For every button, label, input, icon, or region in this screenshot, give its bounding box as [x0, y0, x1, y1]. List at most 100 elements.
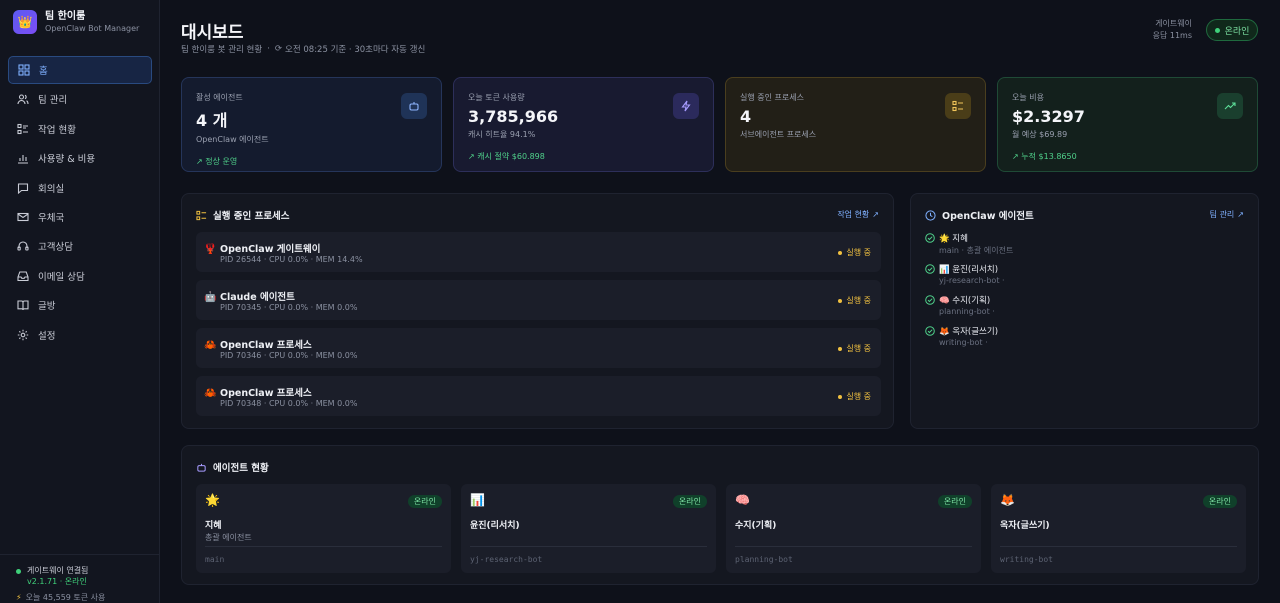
- sidebar-item-settings[interactable]: 설정: [8, 321, 152, 349]
- sidebar: 👑 팀 한이룸 OpenClaw Bot Manager 홈 팀 관리 작업 현…: [0, 0, 160, 603]
- stat-label: 오늘 비용: [1012, 93, 1044, 102]
- status-text: 실행 중: [846, 344, 871, 353]
- sidebar-item-support[interactable]: 고객상담: [8, 232, 152, 260]
- agent-name: 🧠 수지(기획): [939, 296, 991, 306]
- chat-icon: [16, 181, 30, 195]
- arrow-up-right-icon: ↗: [1237, 210, 1244, 219]
- bar-chart-icon: [16, 151, 30, 165]
- agent-desc: main · 총괄 에이전트: [939, 246, 1014, 255]
- process-status: 실행 중: [838, 295, 871, 306]
- process-meta: PID 70348 · CPU 0.0% · MEM 0.0%: [220, 399, 358, 408]
- agent-status-panel: 에이전트 현황 🌟 온라인 지혜 총괄 에이전트 main 📊 온라인 윤진(리…: [181, 445, 1259, 585]
- divider: [470, 546, 707, 547]
- crab-icon: 🦀: [204, 388, 217, 399]
- stat-card-cost[interactable]: 오늘 비용 $2.3297 월 예상 $69.89 ↗ 누적 $13.8650: [997, 77, 1258, 172]
- sidebar-item-post[interactable]: 우체국: [8, 203, 152, 231]
- tasks-link[interactable]: 작업 현황 ↗: [837, 209, 879, 220]
- link-text: 팀 관리: [1209, 210, 1235, 219]
- agent-card[interactable]: 🦊 온라인 옥자(글쓰기) writing-bot: [991, 484, 1246, 573]
- page-title: 대시보드: [181, 23, 244, 43]
- users-icon: [16, 92, 30, 106]
- openclaw-agents-panel: OpenClaw 에이전트 팀 관리 ↗ 🌟 지혜 main · 총괄 에이전트…: [910, 193, 1259, 429]
- stat-foot: ↗ 정상 운영: [196, 157, 238, 166]
- check-circle-icon: [925, 326, 935, 336]
- agent-card[interactable]: 📊 온라인 윤진(리서치) yj-research-bot: [461, 484, 716, 573]
- sidebar-item-email-support[interactable]: 이메일 상담: [8, 262, 152, 290]
- stat-foot: ↗ 누적 $13.8650: [1012, 152, 1077, 161]
- process-meta: PID 70345 · CPU 0.0% · MEM 0.0%: [220, 303, 358, 312]
- sidebar-item-usage[interactable]: 사용량 & 비용: [8, 144, 152, 172]
- status-badge: 온라인: [1202, 495, 1237, 508]
- stat-card-running-processes[interactable]: 실행 중인 프로세스 4 서브에이전트 프로세스: [725, 77, 986, 172]
- agent-name: 🌟 지혜: [939, 234, 968, 244]
- process-row[interactable]: 🦀 OpenClaw 프로세스 PID 70346 · CPU 0.0% · M…: [196, 328, 881, 368]
- brand-name: 팀 한이룸: [45, 11, 86, 22]
- agent-desc: yj-research-bot ·: [939, 276, 1005, 285]
- agent-name: 수지(기획): [735, 521, 777, 531]
- stat-sub: 캐시 히트율 94.1%: [468, 130, 536, 139]
- grid-icon: [17, 63, 31, 77]
- gear-icon: [16, 328, 30, 342]
- sidebar-item-team[interactable]: 팀 관리: [8, 85, 152, 113]
- online-status-badge[interactable]: 온라인: [1206, 19, 1258, 41]
- stat-sub: OpenClaw 에이전트: [196, 135, 269, 144]
- status-badge: 온라인: [672, 495, 707, 508]
- list-icon: [16, 122, 30, 136]
- status-badge: 온라인: [407, 495, 442, 508]
- agent-id: writing-bot: [1000, 555, 1053, 564]
- status-text: 실행 중: [846, 296, 871, 305]
- bolt-icon: [673, 93, 699, 119]
- stat-value: 4: [740, 107, 752, 126]
- process-row[interactable]: 🦀 OpenClaw 프로세스 PID 70348 · CPU 0.0% · M…: [196, 376, 881, 416]
- check-circle-icon: [925, 295, 935, 305]
- refresh-icon[interactable]: ⟳: [275, 44, 282, 54]
- bot-icon: [401, 93, 427, 119]
- status-text: 실행 중: [846, 248, 871, 257]
- sidebar-item-meeting[interactable]: 회의실: [8, 174, 152, 202]
- process-name: OpenClaw 프로세스: [220, 340, 312, 351]
- status-dot: [838, 394, 843, 399]
- inbox-icon: [16, 269, 30, 283]
- subtitle-text: 팀 한이룸 봇 관리 현황: [181, 45, 263, 55]
- panel-title: OpenClaw 에이전트: [925, 208, 1034, 222]
- link-text: 작업 현황: [837, 210, 870, 219]
- bot-icon: [196, 462, 207, 473]
- process-name: Claude 에이전트: [220, 292, 295, 303]
- stat-value: $2.3297: [1012, 107, 1085, 126]
- brand[interactable]: 👑 팀 한이룸 OpenClaw Bot Manager: [13, 10, 139, 34]
- crown-icon: 👑: [13, 10, 37, 34]
- sidebar-item-label: 사용량 & 비용: [38, 154, 96, 166]
- panel-title: 실행 중인 프로세스: [196, 208, 290, 222]
- status-dot: [1214, 27, 1220, 33]
- sidebar-item-label: 회의실: [38, 183, 65, 195]
- lobster-icon: 🦞: [204, 244, 217, 255]
- headset-icon: [16, 239, 30, 253]
- team-link[interactable]: 팀 관리 ↗: [1210, 209, 1244, 220]
- panel-title-text: OpenClaw 에이전트: [942, 211, 1034, 222]
- fox-icon: 🦊: [1000, 493, 1015, 507]
- process-row[interactable]: 🦞 OpenClaw 게이트웨이 PID 26544 · CPU 0.0% · …: [196, 232, 881, 272]
- agent-name: 지혜: [205, 521, 222, 531]
- tokens-today: ⚡ 오늘 45,559 토큰 사용: [16, 592, 160, 603]
- process-name: OpenClaw 게이트웨이: [220, 244, 321, 255]
- sidebar-item-writing[interactable]: 글방: [8, 291, 152, 319]
- panel-title-text: 실행 중인 프로세스: [213, 211, 290, 222]
- stat-value: 3,785,966: [468, 107, 559, 126]
- stat-card-token-usage[interactable]: 오늘 토큰 사용량 3,785,966 캐시 히트율 94.1% ↗ 캐시 절약…: [453, 77, 714, 172]
- status-dot: [16, 569, 21, 574]
- stat-label: 활성 에이전트: [196, 93, 243, 102]
- check-circle-icon: [925, 264, 935, 274]
- panel-title: 에이전트 현황: [196, 460, 269, 474]
- agent-card[interactable]: 🌟 온라인 지혜 총괄 에이전트 main: [196, 484, 451, 573]
- gateway-latency-text: 응답 11ms: [1152, 31, 1192, 40]
- gateway-status: 게이트웨이 연결됨 v2.1.71 · 온라인: [16, 565, 160, 587]
- sidebar-footer: 게이트웨이 연결됨 v2.1.71 · 온라인 ⚡ 오늘 45,559 토큰 사…: [0, 554, 160, 603]
- agent-id: main: [205, 555, 225, 564]
- stat-value: 4 개: [196, 111, 228, 130]
- process-row[interactable]: 🤖 Claude 에이전트 PID 70345 · CPU 0.0% · MEM…: [196, 280, 881, 320]
- stat-card-active-agents[interactable]: 활성 에이전트 4 개 OpenClaw 에이전트 ↗ 정상 운영: [181, 77, 442, 172]
- tokens-today-text: 오늘 45,559 토큰 사용: [25, 593, 106, 602]
- agent-card[interactable]: 🧠 온라인 수지(기획) planning-bot: [726, 484, 981, 573]
- sidebar-item-home[interactable]: 홈: [8, 56, 152, 84]
- sidebar-item-tasks[interactable]: 작업 현황: [8, 115, 152, 143]
